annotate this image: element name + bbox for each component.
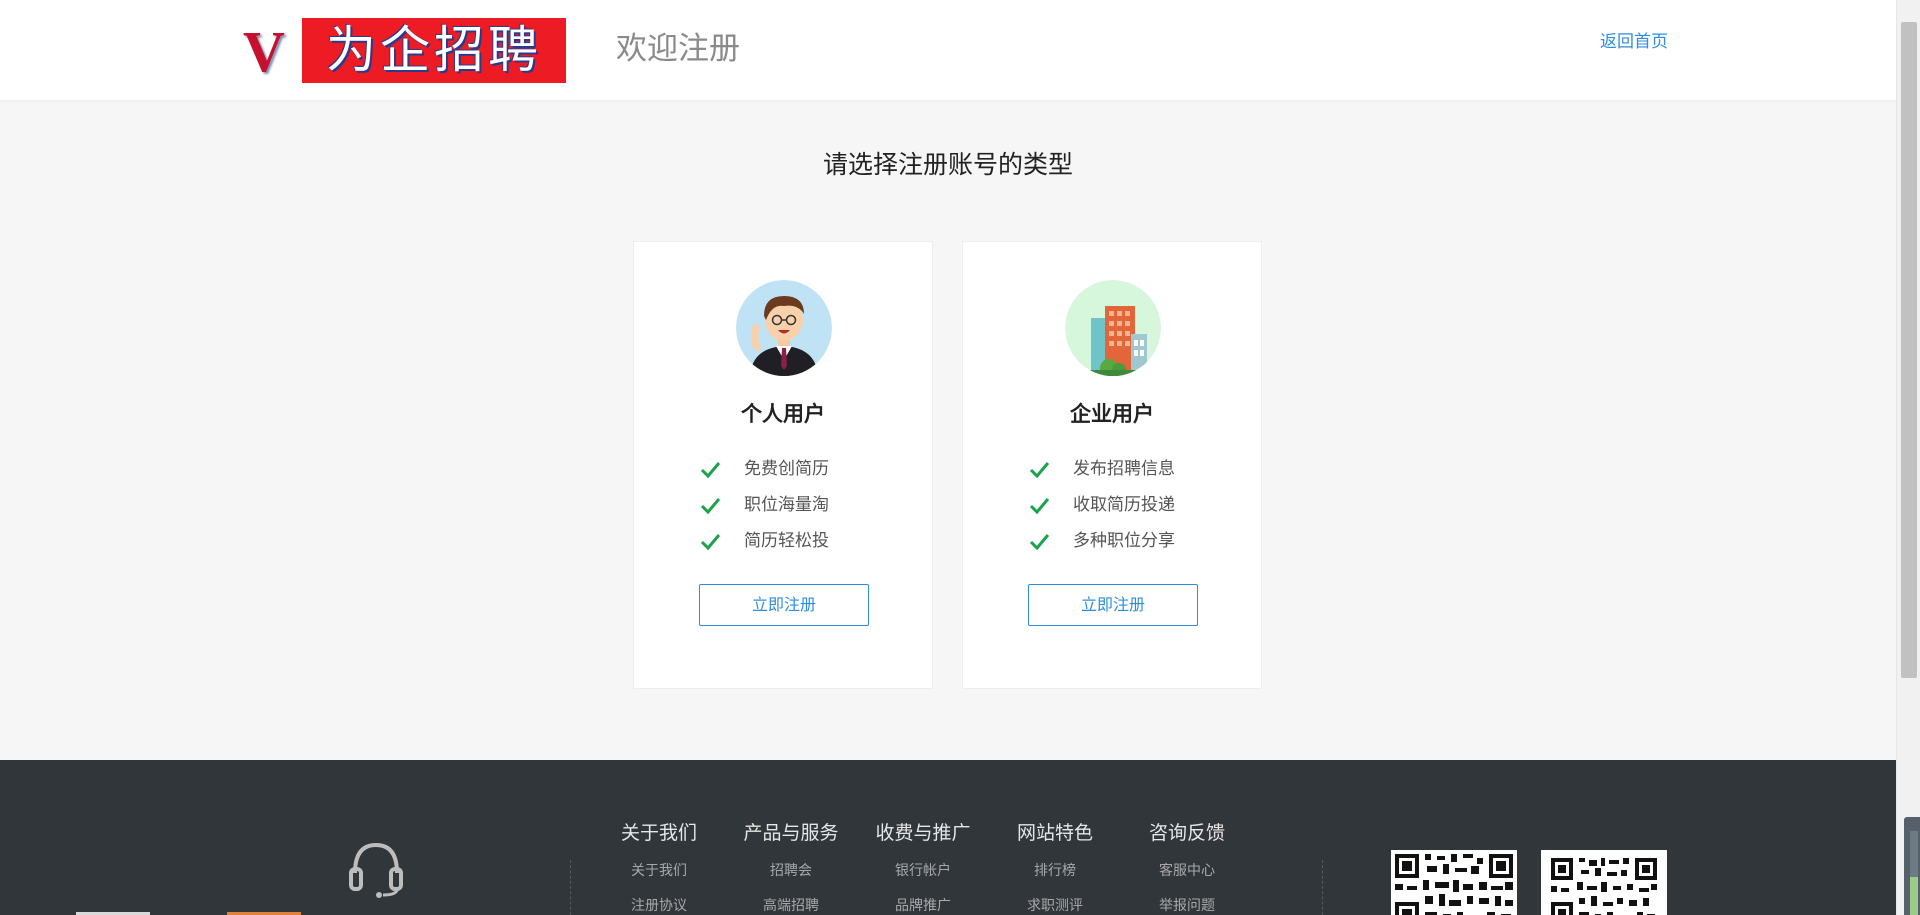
- site-header: V 为企招聘 欢迎注册 返回首页: [0, 0, 1896, 100]
- footer-link[interactable]: 招聘会: [725, 861, 857, 881]
- page-scrollbar[interactable]: [1896, 0, 1920, 915]
- footer-link[interactable]: 高端招聘: [725, 896, 857, 915]
- company-user-card: 企业用户 发布招聘信息 收取简历投递 多种职位分享 立即注册: [962, 241, 1262, 689]
- footer-link[interactable]: 品牌推广: [857, 896, 989, 915]
- footer-column-heading: 产品与服务: [743, 822, 839, 844]
- feature-label: 多种职位分享: [1073, 531, 1175, 551]
- feature-item: 多种职位分享: [1029, 527, 1229, 555]
- footer-link[interactable]: 银行帐户: [857, 861, 989, 881]
- feature-label: 职位海量淘: [744, 495, 829, 515]
- footer-link[interactable]: 排行榜: [989, 861, 1121, 881]
- check-icon: [1029, 462, 1049, 479]
- site-footer: 关于我们 关于我们 注册协议 产品与服务 招聘会 高端招聘 收费与推广 银行帐户…: [0, 760, 1896, 915]
- footer-column-heading: 收费与推广: [875, 822, 971, 844]
- back-home-link[interactable]: 返回首页: [1600, 30, 1668, 54]
- footer-column-heading: 关于我们: [620, 822, 697, 844]
- choose-account-type-heading: 请选择注册账号的类型: [822, 150, 1073, 179]
- footer-column-heading: 网站特色: [1016, 822, 1093, 844]
- check-icon: [1029, 534, 1049, 551]
- feature-item: 收取简历投递: [1029, 491, 1229, 519]
- company-card-title: 企业用户: [1070, 402, 1154, 426]
- personal-register-button[interactable]: 立即注册: [699, 584, 869, 626]
- footer-link[interactable]: 客服中心: [1121, 861, 1253, 881]
- footer-link[interactable]: 举报问题: [1121, 896, 1253, 915]
- footer-column-heading: 咨询反馈: [1148, 822, 1225, 844]
- feature-label: 简历轻松投: [744, 531, 829, 551]
- company-building-icon: [1065, 280, 1161, 376]
- feature-label: 发布招聘信息: [1073, 459, 1175, 479]
- feature-item: 职位海量淘: [700, 491, 900, 519]
- footer-column-feedback: 咨询反馈 客服中心 举报问题: [1121, 818, 1253, 915]
- personal-avatar-icon: [736, 280, 832, 376]
- check-icon: [700, 534, 720, 551]
- check-icon: [700, 462, 720, 479]
- footer-column-about: 关于我们 关于我们 注册协议: [593, 818, 725, 915]
- page-title: 欢迎注册: [616, 31, 740, 67]
- personal-card-title: 个人用户: [741, 402, 825, 426]
- logo[interactable]: 为企招聘: [302, 18, 566, 83]
- feature-label: 免费创简历: [744, 459, 829, 479]
- feature-item: 简历轻松投: [700, 527, 900, 555]
- feature-item: 免费创简历: [700, 455, 900, 483]
- feature-item: 发布招聘信息: [1029, 455, 1229, 483]
- check-icon: [1029, 498, 1049, 515]
- footer-divider: [570, 860, 571, 915]
- headset-icon[interactable]: [347, 837, 405, 899]
- footer-divider: [1322, 860, 1323, 915]
- footer-column-features: 网站特色 排行榜 求职测评: [989, 818, 1121, 915]
- company-register-button[interactable]: 立即注册: [1028, 584, 1198, 626]
- footer-column-pricing: 收费与推广 银行帐户 品牌推广: [857, 818, 989, 915]
- scrollbar-thumb[interactable]: [1901, 22, 1917, 678]
- logo-letter[interactable]: V: [243, 20, 285, 84]
- check-icon: [700, 498, 720, 515]
- qr-code-icon: [1541, 850, 1667, 915]
- feature-label: 收取简历投递: [1073, 495, 1175, 515]
- personal-user-card: 个人用户 免费创简历 职位海量淘 简历轻松投 立即注册: [633, 241, 933, 689]
- side-widget[interactable]: [1904, 817, 1920, 915]
- footer-column-products: 产品与服务 招聘会 高端招聘: [725, 818, 857, 915]
- qr-code-icon: [1391, 850, 1517, 915]
- footer-link[interactable]: 注册协议: [593, 896, 725, 915]
- footer-link[interactable]: 求职测评: [989, 896, 1121, 915]
- footer-link[interactable]: 关于我们: [593, 861, 725, 881]
